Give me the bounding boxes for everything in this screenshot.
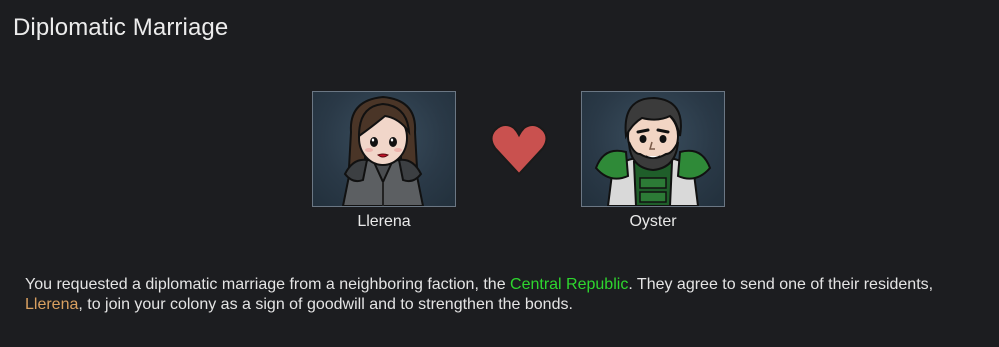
dialog-title: Diplomatic Marriage — [13, 14, 229, 41]
pawn-portrait-oyster[interactable] — [581, 91, 725, 207]
pawn-card-bride: Llerena — [312, 91, 456, 231]
male-colonist-portrait-icon — [594, 96, 712, 206]
pawn-name-label: Llerena — [357, 213, 411, 230]
female-colonist-portrait-icon — [341, 95, 425, 206]
pawn-portrait-llerena[interactable] — [312, 91, 456, 207]
heart-icon — [490, 124, 548, 176]
pawn-name-label: Oyster — [629, 213, 677, 230]
faction-name[interactable]: Central Republic — [510, 276, 628, 293]
dialog-message: You requested a diplomatic marriage from… — [25, 275, 980, 315]
message-text: , to join your colony as a sign of goodw… — [78, 296, 573, 313]
message-text: You requested a diplomatic marriage from… — [25, 276, 511, 293]
pawn-card-groom: Oyster — [581, 91, 725, 231]
message-text: . They agree to send one of their reside… — [628, 276, 934, 293]
resident-name[interactable]: Llerena — [25, 296, 78, 313]
